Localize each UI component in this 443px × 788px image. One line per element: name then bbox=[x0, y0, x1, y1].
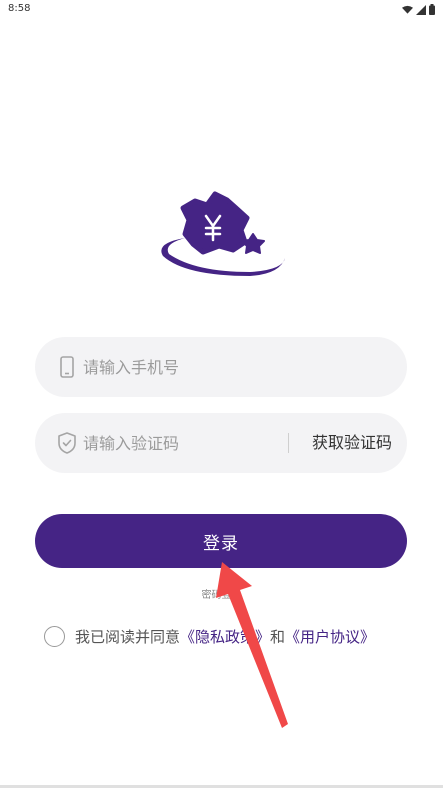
field-divider bbox=[288, 433, 289, 453]
agree-checkbox[interactable] bbox=[44, 626, 65, 647]
status-icons bbox=[402, 4, 435, 15]
app-logo bbox=[161, 191, 285, 276]
battery-icon bbox=[429, 4, 435, 15]
and-text: 和 bbox=[270, 628, 286, 646]
signal-icon bbox=[416, 4, 426, 15]
agreement-row: 我已阅读并同意 《隐私政策》 和 《用户协议》 bbox=[44, 626, 375, 647]
user-agreement-link[interactable]: 《用户协议》 bbox=[285, 626, 375, 647]
phone-field bbox=[35, 337, 407, 397]
get-code-button[interactable]: 获取验证码 bbox=[297, 413, 407, 473]
privacy-policy-link[interactable]: 《隐私政策》 bbox=[180, 626, 270, 647]
code-input[interactable] bbox=[83, 413, 313, 473]
password-login-link[interactable]: 密码登录 bbox=[0, 586, 443, 601]
phone-icon bbox=[60, 356, 74, 378]
login-button[interactable]: 登录 bbox=[35, 514, 407, 568]
wifi-icon bbox=[402, 5, 413, 14]
status-bar: 8:58 bbox=[0, 0, 443, 20]
agree-text: 我已阅读并同意 bbox=[75, 628, 181, 646]
shield-icon bbox=[58, 432, 76, 454]
phone-input[interactable] bbox=[83, 337, 313, 397]
code-field: 获取验证码 bbox=[35, 413, 407, 473]
status-time: 8:58 bbox=[8, 3, 31, 14]
